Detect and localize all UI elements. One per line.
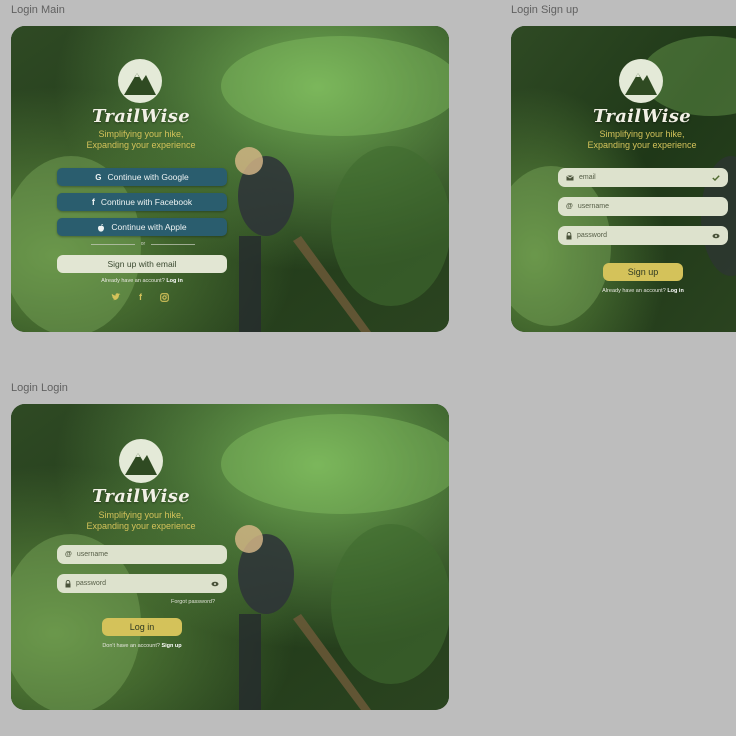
password-placeholder: password (577, 232, 607, 239)
no-account: Don't have an account? Sign up (57, 643, 227, 649)
email-placeholder: email (579, 174, 596, 181)
apple-icon (97, 223, 105, 232)
already-have-account: Already have an account? Log in (57, 278, 227, 284)
tagline-line-1: Simplifying your hike, (98, 129, 184, 139)
at-icon: @ (65, 551, 72, 558)
brand-title: TrailWise (92, 486, 190, 507)
tagline-line-1: Simplifying your hike, (98, 510, 184, 520)
tagline-line-1: Simplifying your hike, (599, 129, 685, 139)
check-icon (712, 174, 720, 181)
continue-apple-button[interactable]: Continue with Apple (57, 218, 227, 236)
brand-title: TrailWise (92, 106, 190, 127)
mountain-icon (119, 439, 163, 483)
tagline-line-2: Expanding your experience (587, 140, 697, 150)
continue-google-label: Continue with Google (107, 172, 189, 182)
facebook-icon[interactable]: f (139, 292, 142, 302)
divider-line-right (151, 243, 196, 245)
login-login-frame: TrailWise Simplifying your hike, Expandi… (11, 404, 449, 710)
lock-icon (566, 231, 572, 240)
continue-apple-label: Continue with Apple (111, 222, 187, 232)
or-divider: or (91, 241, 196, 247)
already-have-account: Already have an account? Log in (558, 288, 728, 294)
username-field[interactable]: @ username (558, 197, 728, 216)
mail-icon (566, 174, 574, 181)
continue-facebook-label: Continue with Facebook (100, 197, 193, 207)
sign-up-email-button[interactable]: Sign up with email (57, 255, 227, 273)
eye-icon[interactable] (211, 581, 219, 587)
instagram-icon[interactable] (160, 292, 169, 302)
divider-line-left (91, 243, 135, 245)
frame-label-login: Login Login (11, 382, 68, 394)
frame-label-signup: Login Sign up (511, 4, 579, 16)
google-icon: G (95, 172, 102, 182)
sign-up-link[interactable]: Sign up (161, 643, 181, 649)
mountain-icon (619, 59, 663, 103)
username-placeholder: username (76, 551, 108, 558)
password-field[interactable]: password (558, 226, 728, 245)
login-signup-frame: TrailWise Simplifying your hike, Expandi… (511, 26, 736, 332)
at-icon: @ (566, 203, 573, 210)
social-links: f (111, 292, 169, 302)
tagline-line-2: Expanding your experience (86, 521, 196, 531)
facebook-icon: f (91, 197, 95, 207)
log-in-button[interactable]: Log in (102, 618, 182, 636)
continue-google-button[interactable]: G Continue with Google (57, 168, 227, 186)
already-text: Already have an account? (602, 288, 666, 294)
username-field[interactable]: @ username (57, 545, 227, 564)
username-placeholder: username (577, 203, 609, 210)
frame-label-main: Login Main (11, 4, 65, 16)
login-main-frame: TrailWise Simplifying your hike, Expandi… (11, 26, 449, 332)
forgot-password-link[interactable]: Forgot password? (171, 599, 215, 605)
no-account-text: Don't have an account? (102, 643, 160, 649)
login-link[interactable]: Log in (667, 288, 684, 294)
sign-up-button[interactable]: Sign up (603, 263, 683, 281)
mountain-icon (118, 59, 162, 103)
tagline: Simplifying your hike, Expanding your ex… (562, 129, 722, 151)
login-link[interactable]: Log in (166, 278, 183, 284)
email-field[interactable]: email (558, 168, 728, 187)
twitter-icon[interactable] (111, 292, 121, 302)
already-text: Already have an account? (101, 278, 165, 284)
eye-icon[interactable] (712, 233, 720, 239)
password-placeholder: password (76, 580, 106, 587)
tagline: Simplifying your hike, Expanding your ex… (61, 510, 221, 532)
lock-icon (65, 579, 71, 588)
brand-title: TrailWise (593, 106, 691, 127)
password-field[interactable]: password (57, 574, 227, 593)
tagline: Simplifying your hike, Expanding your ex… (61, 129, 221, 151)
tagline-line-2: Expanding your experience (86, 140, 196, 150)
or-label: or (140, 241, 146, 247)
continue-facebook-button[interactable]: f Continue with Facebook (57, 193, 227, 211)
